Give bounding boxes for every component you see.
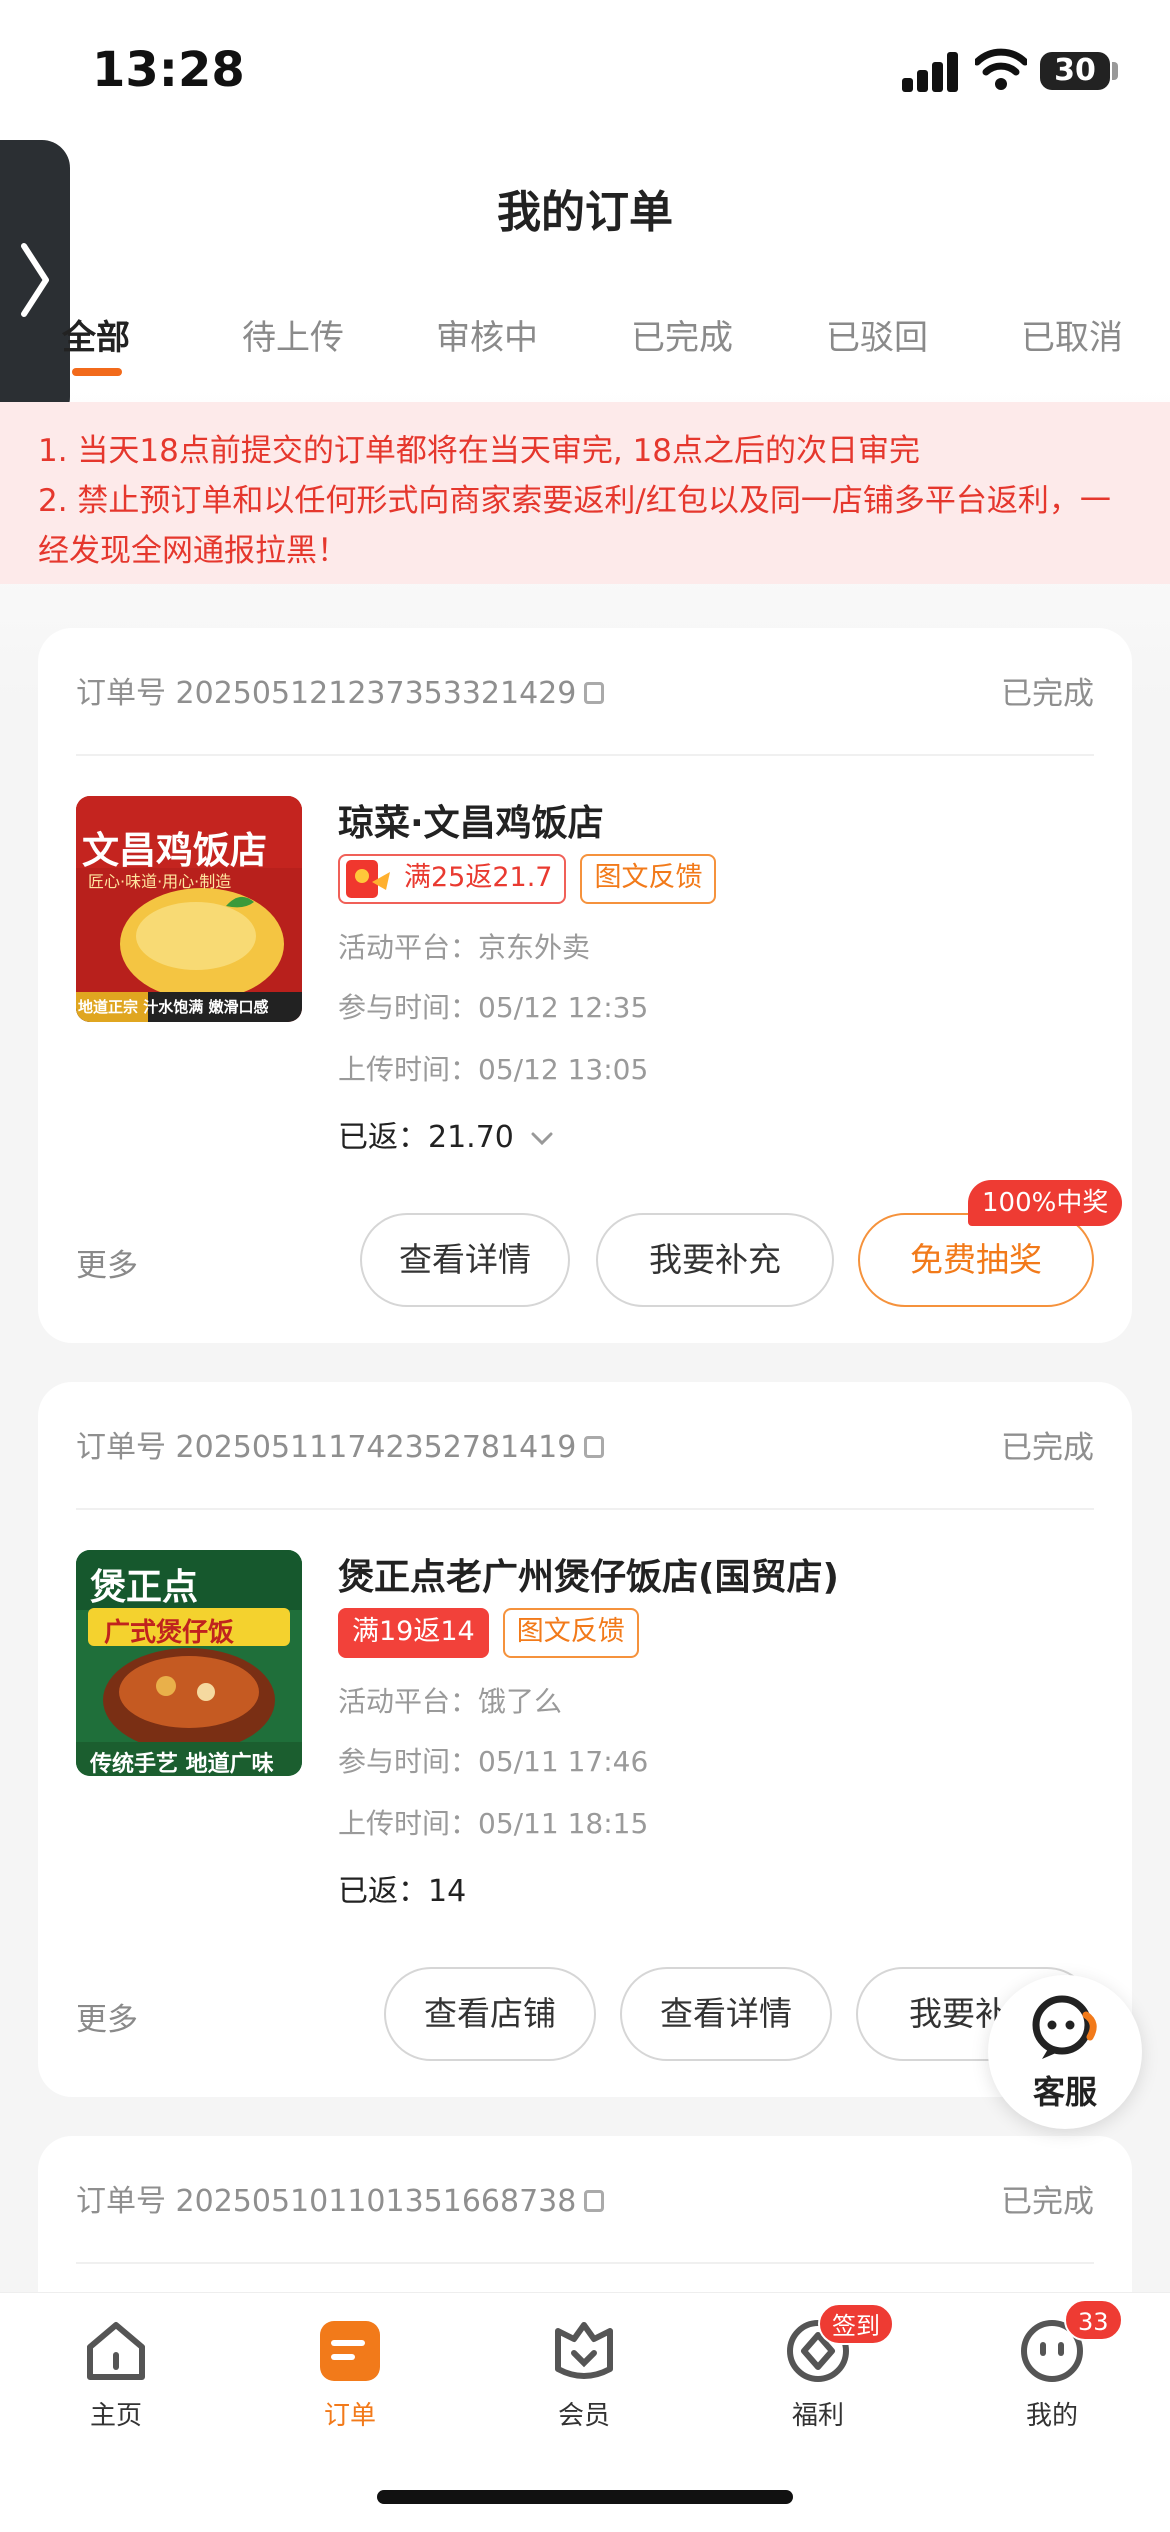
tab-completed[interactable]: 已完成	[631, 310, 733, 359]
shop-thumbnail[interactable]: 文昌鸡饭店 匠心·味道·用心·制造 地道正宗 汁水饱满 嫩滑口感	[76, 796, 302, 1022]
notice-line-1: 1. 当天18点前提交的订单都将在当天审完, 18点之后的次日审完	[38, 433, 921, 469]
thumb-subtitle: 广式煲仔饭	[104, 1618, 235, 1648]
more-link[interactable]: 更多	[76, 1994, 138, 2039]
headset-icon	[1032, 1995, 1097, 2059]
view-details-button[interactable]: 查看详情	[360, 1213, 570, 1307]
red-envelope-icon	[346, 860, 390, 898]
notice-line-2-cont: 经发现全网通报拉黑！	[38, 533, 348, 569]
order-status: 已完成	[1001, 1430, 1094, 1466]
tab-reviewing[interactable]: 审核中	[436, 310, 538, 359]
order-number: 订单号 202505121237353321429	[76, 668, 605, 712]
customer-service-button[interactable]: 客服	[988, 1975, 1142, 2129]
home-icon	[87, 2322, 145, 2380]
nav-label: 会员	[557, 2401, 610, 2431]
order-card: 订单号 202505111742352781419 已完成 煲正点 广式煲仔饭 …	[38, 1382, 1132, 2097]
thumb-subtitle: 匠心·味道·用心·制造	[88, 872, 232, 891]
copy-icon[interactable]	[584, 2189, 605, 2212]
divider	[76, 754, 1094, 756]
tag-row: 满25返21.7 图文反馈	[338, 854, 717, 904]
order-number-text: 订单号 202505121237353321429	[76, 676, 577, 711]
home-indicator	[377, 2490, 793, 2504]
join-time: 参与时间：05/12 12:35	[338, 991, 649, 1024]
tab-all[interactable]: 全部	[62, 310, 130, 359]
order-icon	[320, 2321, 380, 2381]
thumb-footer: 地道正宗 汁水饱满 嫩滑口感	[78, 998, 269, 1016]
thumb-footer: 传统手艺 地道广味	[90, 1752, 274, 1776]
more-link[interactable]: 更多	[76, 1240, 138, 1285]
upload-time: 上传时间：05/12 13:05	[338, 1053, 649, 1086]
join-time: 参与时间：05/11 17:46	[338, 1745, 649, 1778]
free-lottery-button[interactable]: 免费抽奖	[858, 1213, 1094, 1307]
refund-amount[interactable]: 已返：21.70	[338, 1112, 555, 1156]
feedback-tag: 图文反馈	[502, 1608, 639, 1658]
view-details-button[interactable]: 查看详情	[620, 1967, 832, 2061]
thumb-title: 煲正点	[90, 1567, 199, 1608]
copy-icon[interactable]	[584, 681, 605, 704]
order-number: 订单号 202505111742352781419	[76, 1422, 605, 1466]
tab-rejected[interactable]: 已驳回	[826, 310, 928, 359]
upload-time: 上传时间：05/11 18:15	[338, 1807, 649, 1840]
nav-member[interactable]: 会员	[514, 2317, 654, 2432]
checkin-badge: 签到	[818, 2303, 894, 2345]
member-icon	[555, 2322, 613, 2379]
order-number-text: 订单号 202505101101351668738	[76, 2184, 577, 2219]
notice-banner: 1. 当天18点前提交的订单都将在当天审完, 18点之后的次日审完 2. 禁止预…	[0, 402, 1170, 584]
status-bar: 13:28 30	[0, 0, 1170, 150]
battery-tip	[1112, 62, 1118, 80]
activity-platform: 活动平台：京东外卖	[338, 931, 591, 964]
nav-label: 我的	[1025, 2401, 1078, 2431]
shop-name[interactable]: 煲正点老广州煲仔饭店(国贸店)	[338, 1548, 839, 1600]
order-number-text: 订单号 202505111742352781419	[76, 1430, 577, 1465]
service-label: 客服	[1032, 2073, 1097, 2111]
nav-home[interactable]: 主页	[46, 2317, 186, 2432]
status-time: 13:28	[92, 42, 245, 98]
tag-row: 满19返14 图文反馈	[338, 1608, 639, 1658]
chevron-right-icon	[21, 243, 49, 317]
feedback-tag: 图文反馈	[580, 854, 717, 904]
order-status: 已完成	[1001, 2184, 1094, 2220]
wifi-icon	[975, 48, 1027, 90]
copy-icon[interactable]	[584, 1435, 605, 1458]
tab-cancelled[interactable]: 已取消	[1021, 310, 1123, 359]
refund-amount: 已返：14	[338, 1874, 467, 1909]
view-shop-button[interactable]: 查看店铺	[384, 1967, 596, 2061]
signal-icon	[902, 52, 960, 92]
thumb-title: 文昌鸡饭店	[82, 829, 267, 872]
offer-tag: 满19返14	[338, 1608, 489, 1658]
prize-badge: 100%中奖	[968, 1180, 1123, 1226]
supplement-button[interactable]: 我要补充	[596, 1213, 834, 1307]
tab-pending-upload[interactable]: 待上传	[242, 310, 344, 359]
activity-platform: 活动平台：饿了么	[338, 1685, 563, 1718]
shop-thumbnail[interactable]: 煲正点 广式煲仔饭 传统手艺 地道广味	[76, 1550, 302, 1776]
divider	[76, 2262, 1094, 2264]
offer-tag: 满25返21.7	[338, 854, 567, 904]
nav-orders[interactable]: 订单	[280, 2317, 420, 2432]
battery-icon: 30	[1040, 52, 1110, 90]
active-tab-indicator	[72, 368, 122, 376]
page-title: 我的订单	[497, 187, 673, 238]
refund-text: 已返：21.70	[338, 1120, 514, 1155]
notification-count-badge: 33	[1064, 2299, 1123, 2341]
nav-label: 主页	[89, 2401, 142, 2431]
order-number: 订单号 202505101101351668738	[76, 2176, 605, 2220]
divider	[76, 1508, 1094, 1510]
offer-tag-text: 满25返21.7	[404, 862, 553, 893]
order-card: 订单号 202505121237353321429 已完成 文昌鸡饭店 匠心·味…	[38, 628, 1132, 1343]
shop-name[interactable]: 琼菜·文昌鸡饭店	[338, 794, 604, 846]
notice-line-2: 2. 禁止预订单和以任何形式向商家索要返利/红包以及同一店铺多平台返利，一	[38, 483, 1111, 519]
order-tabs: 全部 待上传 审核中 已完成 已驳回 已取消	[0, 310, 1170, 380]
nav-label: 福利	[791, 2401, 844, 2431]
nav-label: 订单	[323, 2401, 376, 2431]
order-status: 已完成	[1001, 676, 1094, 712]
chevron-down-icon	[531, 1132, 553, 1145]
